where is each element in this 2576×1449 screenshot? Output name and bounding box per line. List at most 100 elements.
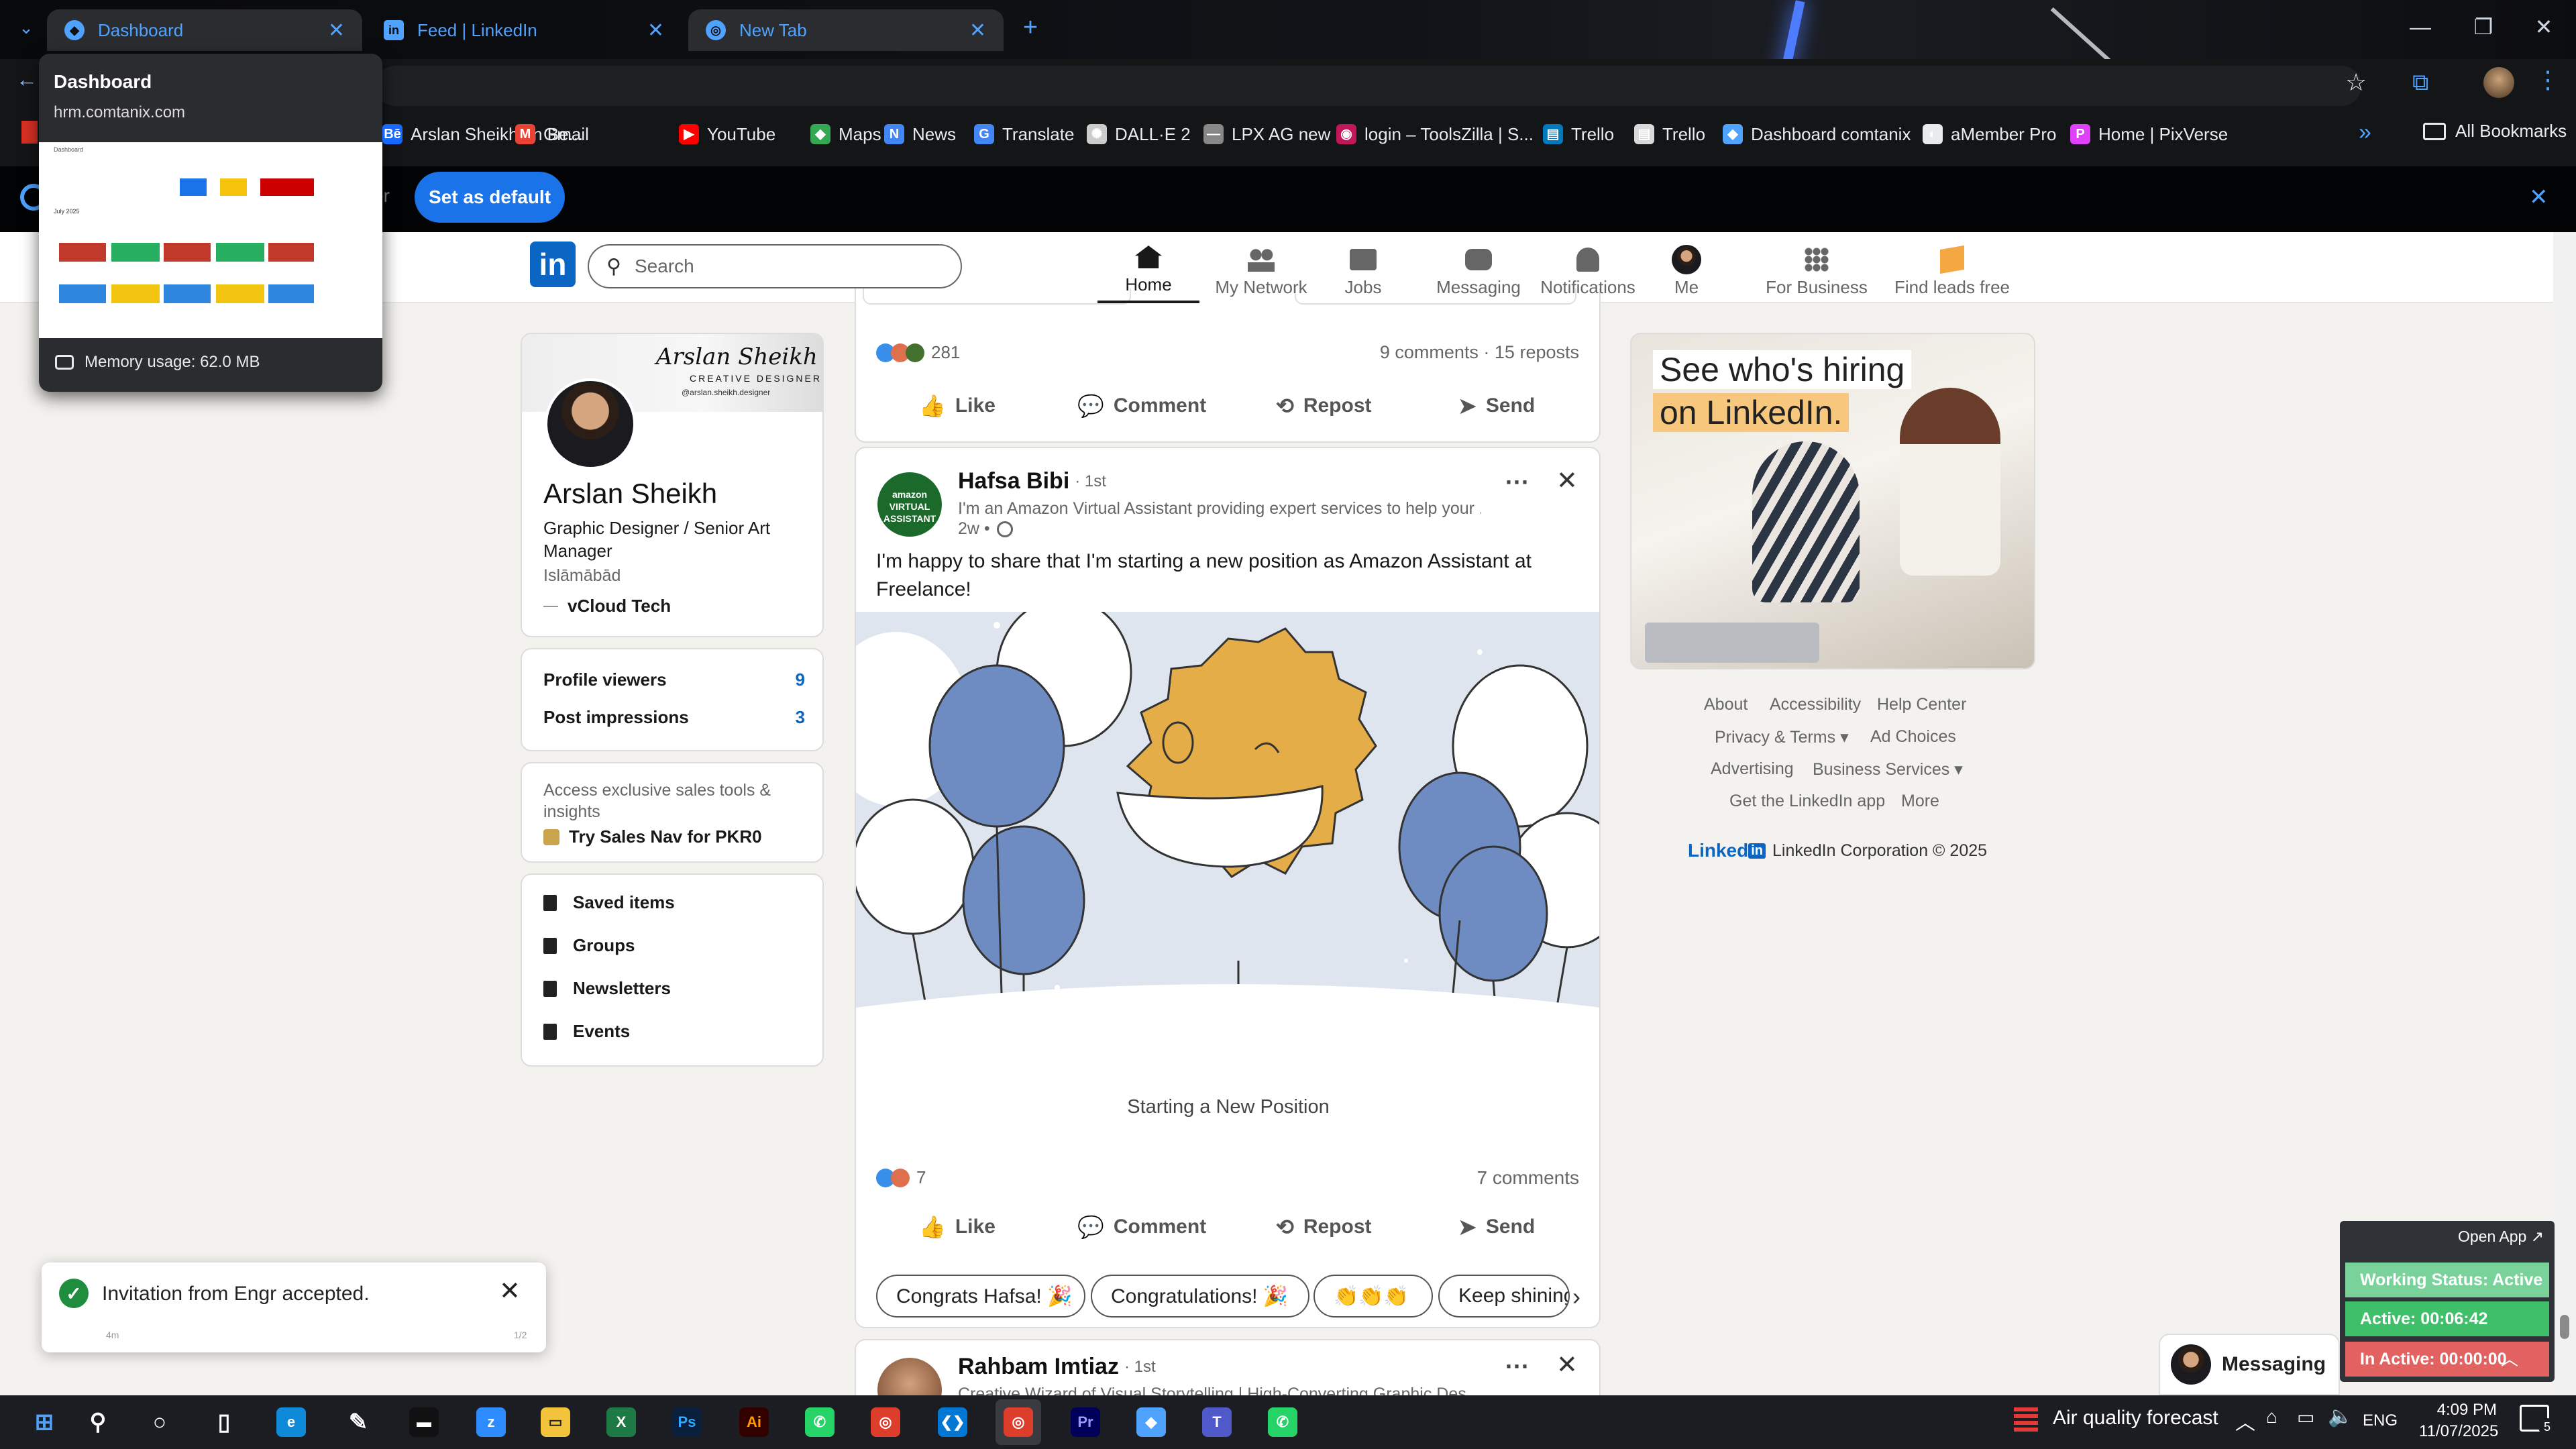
- close-icon[interactable]: ✕: [499, 1276, 521, 1306]
- minimize-button[interactable]: —: [2388, 0, 2453, 54]
- taskbar-app[interactable]: Ai: [731, 1399, 777, 1445]
- bookmark-item[interactable]: ◆ Dashboard comtanix: [1723, 121, 1911, 148]
- nav-messaging[interactable]: Messaging: [1426, 236, 1531, 303]
- wifi-icon[interactable]: ▭: [2297, 1406, 2314, 1428]
- bookmark-item[interactable]: ◉ login – ToolsZilla | S...: [1336, 121, 1534, 148]
- tab-new-tab[interactable]: ◎ New Tab ✕: [688, 9, 1004, 51]
- taskbar-app[interactable]: ◎: [996, 1399, 1041, 1445]
- send-button[interactable]: ➤ Send: [1458, 393, 1535, 419]
- taskbar-app[interactable]: ✆: [797, 1399, 843, 1445]
- chevron-up-icon[interactable]: ︿: [2235, 1406, 2255, 1436]
- taskbar-app[interactable]: ✆: [1260, 1399, 1305, 1445]
- bookmark-item[interactable]: ▤ Trello: [1634, 121, 1705, 148]
- tab-dashboard[interactable]: ◆ Dashboard ✕: [47, 9, 362, 51]
- new-tab-button[interactable]: +: [1017, 11, 1044, 44]
- bookmark-item[interactable]: M Gmail: [515, 121, 589, 148]
- repost-button[interactable]: ⟲ Repost: [1276, 1214, 1372, 1240]
- menu-icon[interactable]: ⋮: [2536, 66, 2560, 94]
- taskbar-app[interactable]: ⚲: [75, 1399, 121, 1445]
- shortcut-groups[interactable]: Groups: [543, 935, 635, 956]
- nav-my-network[interactable]: My Network: [1198, 236, 1324, 303]
- taskbar-app[interactable]: ❮❯: [930, 1399, 975, 1445]
- close-icon[interactable]: ✕: [2529, 184, 2548, 211]
- nav-for-business[interactable]: For Business: [1741, 236, 1892, 303]
- nav-jobs[interactable]: Jobs: [1316, 236, 1410, 303]
- bookmark-item[interactable]: P Home | PixVerse: [2070, 121, 2228, 148]
- nav-find-leads-free[interactable]: Find leads free: [1881, 236, 2023, 303]
- set-default-button[interactable]: Set as default: [415, 172, 565, 223]
- messaging-panel-tab[interactable]: Messaging: [2159, 1334, 2340, 1395]
- bookmark-item[interactable]: G Translate: [974, 121, 1074, 148]
- profile-photo[interactable]: [545, 378, 636, 470]
- close-icon[interactable]: ✕: [328, 19, 345, 42]
- restore-button[interactable]: ❐: [2451, 0, 2516, 54]
- send-button[interactable]: ➤ Send: [1458, 1214, 1535, 1240]
- nav-notifications[interactable]: Notifications: [1528, 236, 1648, 303]
- footer-link[interactable]: More: [1901, 792, 1939, 811]
- bookmarks-overflow-icon[interactable]: »: [2359, 119, 2371, 146]
- all-bookmarks[interactable]: All Bookmarks: [2423, 121, 2567, 142]
- reaction-summary[interactable]: 281: [876, 342, 960, 363]
- comments-reposts-count[interactable]: 9 comments · 15 reposts: [1380, 342, 1579, 363]
- dismiss-post-icon[interactable]: ✕: [1556, 1350, 1578, 1380]
- taskbar-app[interactable]: ○: [137, 1399, 182, 1445]
- close-window-button[interactable]: ✕: [2512, 0, 2576, 54]
- tab-linkedin[interactable]: in Feed | LinkedIn ✕: [366, 9, 682, 51]
- taskbar-app[interactable]: ◆: [1128, 1399, 1174, 1445]
- suggested-comment-pill[interactable]: Congratulations! 🎉: [1091, 1275, 1309, 1318]
- repost-button[interactable]: ⟲ Repost: [1276, 393, 1372, 419]
- bookmark-item[interactable]: ▶ YouTube: [679, 121, 775, 148]
- dismiss-post-icon[interactable]: ✕: [1556, 466, 1578, 496]
- reaction-summary[interactable]: 7: [876, 1167, 926, 1188]
- suggested-comment-pill[interactable]: Keep shining: [1438, 1275, 1570, 1318]
- search-input[interactable]: ⚲ Search: [588, 244, 962, 288]
- taskbar-app[interactable]: ▯: [201, 1399, 247, 1445]
- bookmark-item[interactable]: ◆ Maps: [810, 121, 881, 148]
- comment-button[interactable]: 💬 Comment: [1077, 393, 1206, 419]
- close-icon[interactable]: ✕: [969, 19, 986, 42]
- profile-company[interactable]: vCloud Tech: [543, 596, 671, 616]
- bookmark-item[interactable]: N News: [884, 121, 956, 148]
- bookmark-item[interactable]: ◐ aMember Pro: [1923, 121, 2057, 148]
- clock[interactable]: 4:09 PM 11/07/2025: [2419, 1399, 2498, 1442]
- footer-link[interactable]: Privacy & Terms ▾: [1715, 727, 1849, 747]
- stat-profile-viewers[interactable]: Profile viewers 9: [543, 669, 805, 690]
- scrollbar-thumb[interactable]: [2560, 1315, 2569, 1339]
- like-button[interactable]: 👍 Like: [919, 393, 996, 419]
- apps-icon[interactable]: [21, 121, 38, 144]
- linkedin-logo[interactable]: in: [530, 241, 576, 287]
- like-button[interactable]: 👍 Like: [919, 1214, 996, 1240]
- post-image[interactable]: [856, 612, 1599, 1065]
- profile-name[interactable]: Arslan Sheikh: [543, 478, 717, 510]
- profile-avatar[interactable]: [2483, 67, 2514, 98]
- more-options-icon[interactable]: ···: [1505, 468, 1529, 496]
- bookmark-star-icon[interactable]: ☆: [2345, 68, 2367, 97]
- nav-me[interactable]: Me: [1648, 236, 1725, 303]
- next-suggestions-icon[interactable]: ›: [1572, 1283, 1580, 1311]
- open-app-button[interactable]: Open App ↗: [2458, 1228, 2544, 1246]
- stat-post-impressions[interactable]: Post impressions 3: [543, 707, 805, 728]
- nav-home[interactable]: Home: [1097, 236, 1199, 303]
- taskbar-app[interactable]: X: [598, 1399, 644, 1445]
- close-icon[interactable]: ✕: [647, 19, 664, 42]
- bookmark-item[interactable]: ▤ Trello: [1543, 121, 1614, 148]
- hiring-ad[interactable]: See who's hiring on LinkedIn.: [1630, 333, 2035, 669]
- taskbar-app[interactable]: e: [268, 1399, 314, 1445]
- comment-button[interactable]: 💬 Comment: [1077, 1214, 1206, 1240]
- suggested-comment-pill[interactable]: Congrats Hafsa! 🎉: [876, 1275, 1085, 1318]
- comments-count[interactable]: 7 comments: [1477, 1167, 1580, 1189]
- footer-link[interactable]: Get the LinkedIn app: [1729, 792, 1885, 811]
- shortcut-saved-items[interactable]: Saved items: [543, 892, 675, 913]
- taskbar-app[interactable]: ✎: [335, 1399, 381, 1445]
- footer-link[interactable]: Ad Choices: [1870, 727, 1956, 747]
- author-name[interactable]: Hafsa Bibi: [958, 468, 1069, 494]
- author-avatar[interactable]: amazon VIRTUAL ASSISTANT: [877, 472, 942, 537]
- taskbar-app[interactable]: Pr: [1063, 1399, 1108, 1445]
- taskbar-app[interactable]: ◎: [863, 1399, 908, 1445]
- shortcut-newsletters[interactable]: Newsletters: [543, 978, 671, 999]
- taskbar-app[interactable]: T: [1194, 1399, 1240, 1445]
- extensions-icon[interactable]: ⧉: [2412, 70, 2428, 96]
- footer-link[interactable]: Accessibility: [1770, 695, 1861, 714]
- shortcut-events[interactable]: Events: [543, 1021, 630, 1042]
- taskbar-app[interactable]: ▭: [533, 1399, 578, 1445]
